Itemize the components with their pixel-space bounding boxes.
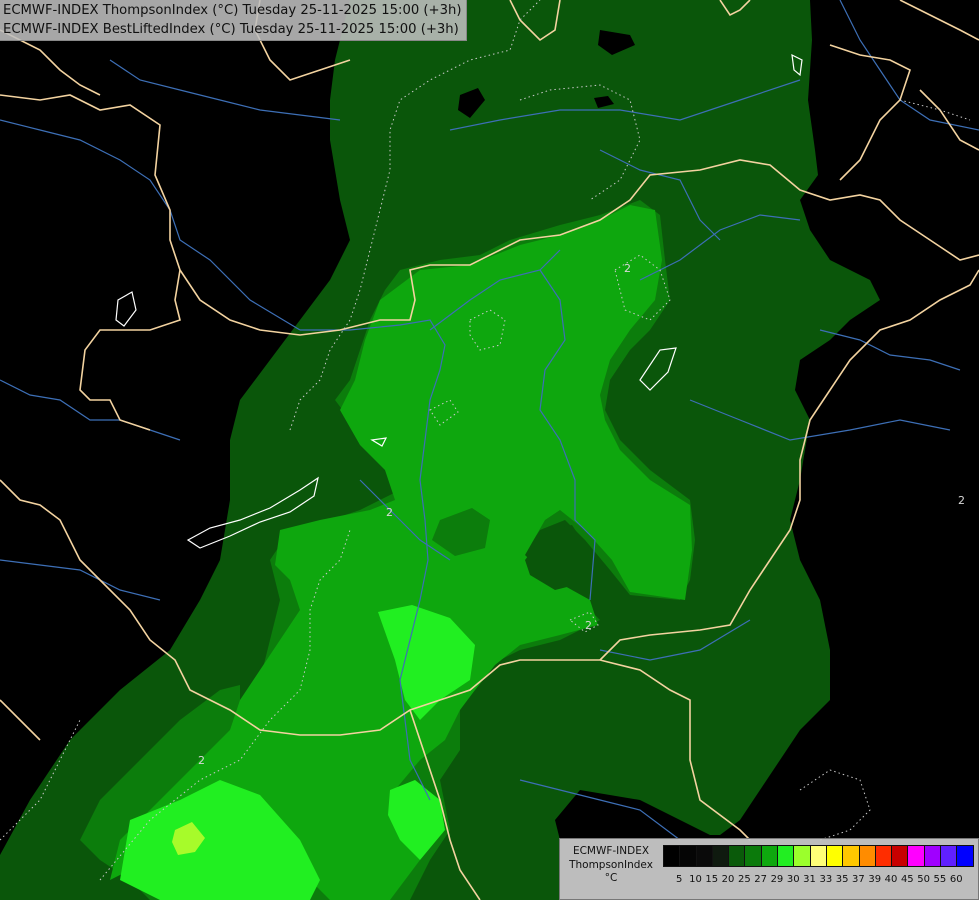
legend-swatch [842,845,860,867]
legend-tick-label: 55 [933,874,947,885]
legend-swatch [663,845,681,867]
legend-tick-label: 50 [917,874,930,885]
weather-map: 2 2 2 2 2 [0,0,979,900]
contour-label: 2 [198,754,205,767]
legend-label-unit: °C [604,872,618,884]
map-title-box: ECMWF-INDEX ThompsonIndex (°C) Tuesday 2… [0,0,467,41]
legend-tick-label: 29 [770,874,784,885]
legend-swatch [728,845,746,867]
legend-label-model: ECMWF-INDEX [572,845,650,857]
legend-swatch [711,845,730,867]
legend-swatch [891,845,909,867]
legend-swatch [760,845,779,867]
legend-tick-label: 25 [737,874,751,885]
legend-tick-label: 30 [786,874,800,885]
legend-swatch [923,845,942,867]
legend-tick-label: 39 [868,874,882,885]
contour-label: 2 [386,506,393,519]
legend-tick-label: 5 [675,874,683,885]
title-line-bestlifted: ECMWF-INDEX BestLiftedIndex (°C) Tuesday… [3,21,459,37]
legend-tick-label: 40 [884,874,898,885]
legend-swatch [809,845,827,867]
legend-swatch [825,845,844,867]
legend-tick-label: 31 [803,874,816,885]
legend-tick-label: 45 [900,874,914,885]
legend-tick-label: 10 [689,874,702,885]
legend-swatch [695,845,713,867]
legend-tick-label: 20 [721,874,735,885]
legend-swatch [858,845,876,867]
legend-swatches [663,845,974,867]
legend-swatch [679,845,697,867]
legend-swatch [940,845,958,867]
legend-swatch [956,845,974,867]
legend-swatch [907,845,925,867]
legend-ticks: 5 10 15 20 25 27 29 30 31 33 35 37 39 40 45 50 55 60 [663,873,964,887]
title-line-thompson: ECMWF-INDEX ThompsonIndex (°C) Tuesday 2… [3,3,462,18]
legend-swatch [744,845,762,867]
contour-label: 2 [585,619,592,632]
legend-tick-label: 33 [819,874,833,885]
legend-swatch [874,845,893,867]
legend-swatch [793,845,811,867]
legend-tick-label: 35 [835,874,849,885]
legend-label-parameter: ThompsonIndex [569,858,653,871]
color-legend: ECMWF-INDEX ThompsonIndex °C 5 10 15 20 25 27… [559,838,979,900]
legend-tick-label: 15 [705,874,719,885]
legend-swatch [777,845,795,867]
legend-tick-label: 27 [754,874,767,885]
contour-label: 2 [624,262,631,275]
contour-label: 2 [958,494,965,507]
legend-tick-label: 60 [949,874,963,885]
legend-label: ECMWF-INDEX ThompsonIndex °C [562,845,660,886]
legend-tick-label: 37 [852,874,865,885]
